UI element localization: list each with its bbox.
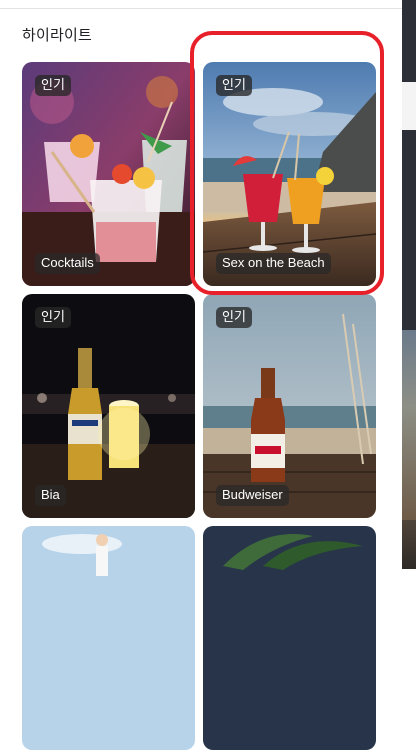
popular-badge: 인기 (216, 75, 252, 96)
popular-badge: 인기 (35, 75, 71, 96)
card-label: Bia (35, 485, 66, 506)
highlight-card-budweiser[interactable]: 인기 Budweiser (203, 294, 376, 518)
beach-person-photo (22, 526, 195, 750)
palm-tree-photo (203, 526, 376, 750)
top-divider (0, 8, 402, 9)
card-label: Cocktails (35, 253, 100, 274)
highlight-card-bia[interactable]: 인기 Bia (22, 294, 195, 518)
highlight-card-cocktails[interactable]: 인기 Cocktails (22, 62, 195, 286)
popular-badge: 인기 (216, 307, 252, 328)
card-label: Sex on the Beach (216, 253, 331, 274)
adjacent-panel-photo (402, 330, 416, 520)
adjacent-panel-edge (402, 0, 416, 569)
highlight-card-6[interactable] (203, 526, 376, 750)
highlight-card-5[interactable] (22, 526, 195, 750)
card-label: Budweiser (216, 485, 289, 506)
adjacent-panel-photo-lower (402, 520, 416, 569)
popular-badge: 인기 (35, 307, 71, 328)
section-title: 하이라이트 (22, 27, 93, 44)
adjacent-panel-block (402, 82, 416, 130)
highlight-card-sex-on-the-beach[interactable]: 인기 Sex on the Beach (203, 62, 376, 286)
